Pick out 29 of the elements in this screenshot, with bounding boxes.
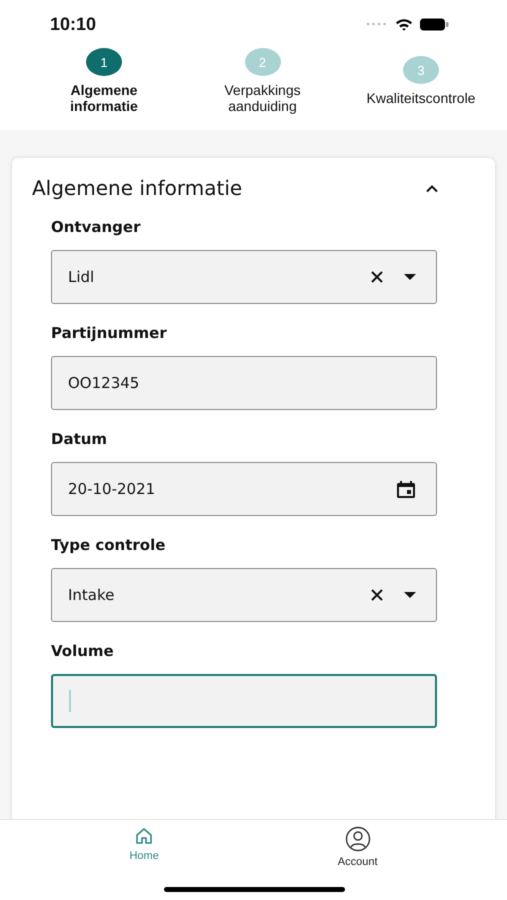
wifi-icon: [395, 18, 413, 30]
step-number[interactable]: 1: [86, 48, 122, 76]
select-field[interactable]: Intake: [51, 568, 437, 622]
step-label: Algemene informatie: [69, 82, 139, 114]
battery-icon: [420, 18, 449, 30]
date-field[interactable]: 20-10-2021: [51, 462, 437, 516]
clear-icon[interactable]: [370, 270, 384, 284]
account-icon: [344, 826, 371, 852]
dropdown-icon[interactable]: [404, 592, 416, 598]
field-label: Partijnummer: [51, 324, 168, 342]
dropdown-icon[interactable]: [404, 274, 416, 280]
step-label: Kwaliteitscontrole: [366, 90, 476, 106]
tab-item[interactable]: Account: [338, 820, 378, 870]
clear-icon[interactable]: [370, 588, 384, 602]
section-title: Algemene informatie: [32, 176, 242, 200]
input-field[interactable]: [51, 674, 437, 728]
home-icon: [134, 826, 154, 846]
signal-icon: [366, 22, 388, 26]
field-label: Ontvanger: [51, 218, 142, 236]
chevron-icon[interactable]: [425, 184, 439, 192]
calendar-icon[interactable]: [396, 479, 416, 499]
field-label: Volume: [51, 642, 115, 660]
status-time: 10:10: [50, 14, 96, 34]
tab-item[interactable]: Home: [129, 820, 159, 870]
input-field[interactable]: OO12345: [51, 356, 437, 410]
field-label: Datum: [51, 430, 108, 448]
step-label: Verpakkings aanduiding: [223, 82, 302, 114]
select-field[interactable]: Lidl: [51, 250, 437, 304]
field-label: Type controle: [51, 536, 166, 554]
